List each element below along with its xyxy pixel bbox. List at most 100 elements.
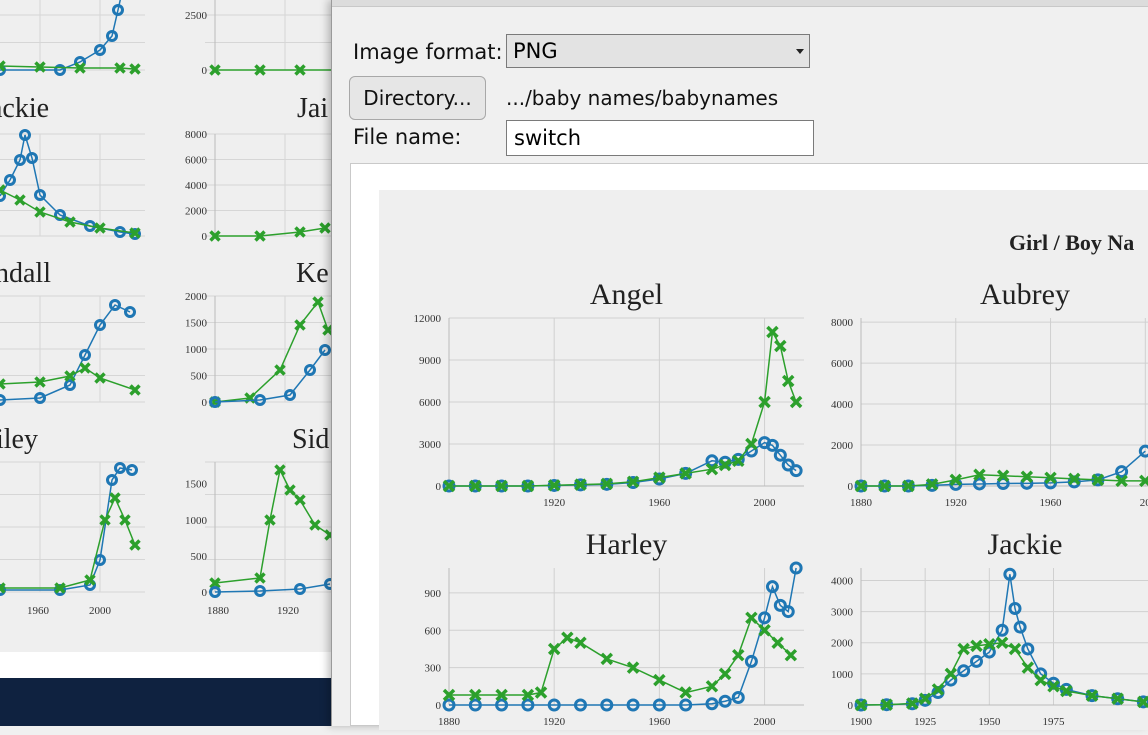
x-tick-label: 1880: [850, 497, 873, 509]
x-tick-label: 20: [1140, 497, 1148, 509]
file-name-input[interactable]: switch: [506, 120, 814, 156]
x-tick-label: 1920: [945, 497, 968, 509]
data-point: [679, 686, 692, 699]
data-point: [1021, 661, 1035, 674]
data-point: [129, 539, 141, 551]
y-tick-label: 1000: [185, 344, 208, 356]
image-format-select[interactable]: PNG: [506, 34, 810, 68]
background-window: 500025000ackieJai80006000400020000ndallK…: [0, 0, 340, 726]
data-point: [774, 339, 787, 353]
x-tick-label: 1920: [543, 716, 566, 728]
background-panel-title: ackie: [0, 93, 49, 124]
background-charts: 500025000ackieJai80006000400020000ndallK…: [0, 0, 340, 617]
preview-title: Girl / Boy Na: [1009, 230, 1135, 255]
background-series: [0, 492, 141, 594]
directory-button[interactable]: Directory...: [349, 76, 486, 120]
series-line: [0, 467, 133, 591]
y-tick-label: 2000: [831, 638, 854, 650]
y-tick-label: 0: [202, 65, 208, 77]
data-point: [732, 648, 745, 662]
data-point: [957, 642, 970, 656]
x-tick-label: 2000: [754, 716, 777, 728]
directory-path: .../baby names/babynames: [506, 86, 779, 110]
y-tick-label: 0: [436, 700, 442, 712]
x-tick-label: 1920: [543, 497, 566, 509]
background-series: [0, 299, 136, 406]
chart-title: Aubrey: [980, 278, 1070, 311]
data-point: [1138, 444, 1148, 458]
x-tick-label: 2000: [89, 605, 112, 617]
y-tick-label: 1000: [185, 515, 208, 527]
y-tick-label: 2500: [185, 10, 208, 22]
data-point: [705, 680, 719, 693]
background-window-bottom: [0, 652, 340, 678]
series-line: [449, 329, 797, 487]
series-line: [214, 300, 329, 403]
preview-charts: Angel1200090006000300001920 1960 2000Aubre…: [414, 278, 1148, 728]
background-panel-title: iley: [0, 424, 38, 455]
data-point: [574, 636, 587, 649]
x-tick-label: 1920: [277, 605, 300, 617]
data-point: [1034, 673, 1047, 687]
data-point: [79, 362, 91, 374]
y-tick-label: 2000: [185, 206, 208, 218]
background-series: [209, 222, 331, 242]
background-series: [209, 296, 334, 408]
y-tick-label: 300: [425, 663, 442, 675]
chart-title: Jackie: [988, 528, 1063, 561]
chart-aubrey: Aubrey 8000 6000 4000 2000 0 1880 1920 1960 20: [831, 278, 1148, 509]
x-tick-label: 1880: [438, 716, 461, 728]
background-panel-title: ndall: [0, 258, 51, 289]
series-line: [0, 0, 121, 71]
y-tick-label: 1500: [185, 318, 208, 330]
y-tick-label: 1000: [831, 669, 854, 681]
data-point: [312, 296, 324, 308]
y-tick-label: 9000: [419, 355, 442, 367]
data-point: [784, 648, 798, 662]
chevron-down-icon[interactable]: [796, 49, 804, 54]
data-point: [745, 611, 758, 625]
taskbar-strip: [0, 678, 340, 726]
chart-title: Harley: [586, 528, 668, 561]
data-point: [771, 636, 784, 649]
data-point: [1008, 642, 1022, 656]
y-tick-label: 4000: [185, 180, 208, 192]
save-image-dialog: Image format: PNG Directory... .../baby …: [331, 0, 1148, 730]
x-tick-label: 1900: [850, 716, 873, 728]
series-line: [215, 227, 326, 237]
data-point: [129, 384, 141, 396]
y-tick-label: 0: [202, 231, 208, 243]
data-point: [14, 194, 26, 206]
image-preview: Girl / Boy Na Angel 12000 9000 6000 3000 0 192…: [350, 163, 1148, 730]
y-tick-label: 0: [202, 587, 208, 599]
background-panel-title: Jai: [297, 93, 328, 124]
x-tick-label: 1880: [207, 605, 230, 617]
y-tick-label: 8000: [185, 129, 208, 141]
background-series: [0, 184, 141, 239]
x-tick-label: 1960: [648, 716, 671, 728]
series-line: [214, 583, 331, 593]
background-panel-title: Sid: [292, 424, 329, 455]
y-tick-label: 12000: [414, 313, 442, 325]
y-tick-label: 0: [848, 481, 854, 493]
x-tick-label: 2000: [754, 497, 777, 509]
background-panel-title: Ke: [296, 258, 329, 289]
data-point: [284, 484, 296, 496]
chart-jackie: Jackie 4000 3000 2000 1000 0 1900 1925 1950 1975: [831, 528, 1148, 728]
y-tick-label: 0: [202, 397, 208, 409]
x-tick-label: 1975: [1043, 716, 1066, 728]
background-series: [0, 0, 124, 76]
data-point: [600, 652, 614, 666]
y-tick-label: 4000: [831, 399, 854, 411]
dialog-title-bar: [332, 0, 1148, 7]
data-point: [309, 519, 321, 531]
background-series: [0, 60, 141, 75]
y-tick-label: 500: [191, 371, 208, 383]
y-tick-label: 0: [436, 481, 442, 493]
background-series: [209, 64, 340, 76]
image-format-label: Image format:: [353, 40, 503, 64]
data-point: [781, 374, 795, 388]
y-tick-label: 6000: [831, 358, 854, 370]
y-tick-label: 1500: [185, 479, 208, 491]
background-panel: Jai 8000 6000 4000 2000 0: [185, 93, 340, 243]
